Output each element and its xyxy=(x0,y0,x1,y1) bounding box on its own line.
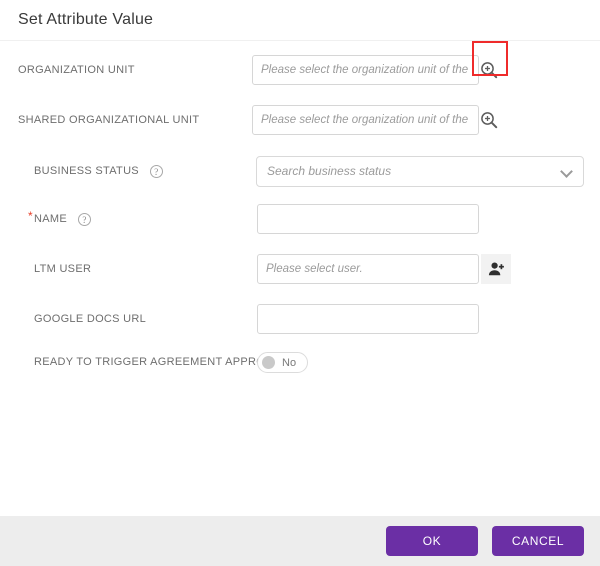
label-text: BUSINESS STATUS xyxy=(34,165,139,177)
label-shared-organizational-unit: SHARED ORGANIZATIONAL UNIT xyxy=(18,114,199,126)
form-row-business-status: BUSINESS STATUS ? Search business status xyxy=(0,154,600,188)
label-text: LTM USER xyxy=(34,263,92,275)
business-status-placeholder: Search business status xyxy=(267,164,392,178)
label-business-status: BUSINESS STATUS ? xyxy=(34,164,163,178)
label-text: NAME xyxy=(33,213,67,225)
label-name: * NAME ? xyxy=(28,209,91,226)
dialog-footer: OK CANCEL xyxy=(0,516,600,566)
help-icon[interactable]: ? xyxy=(77,212,91,226)
organization-unit-input[interactable] xyxy=(252,55,479,85)
ok-button[interactable]: OK xyxy=(386,526,478,556)
label-text: GOOGLE DOCS URL xyxy=(34,313,147,325)
required-marker: * xyxy=(28,209,33,223)
google-docs-url-input[interactable] xyxy=(257,304,479,334)
form-row-organization-unit: ORGANIZATION UNIT xyxy=(0,41,600,87)
add-user-icon xyxy=(488,262,504,275)
toggle-knob xyxy=(262,356,275,369)
zoom-in-icon xyxy=(481,62,498,79)
cancel-button[interactable]: CANCEL xyxy=(492,526,584,556)
shared-organizational-unit-search-button[interactable] xyxy=(476,107,502,133)
label-text: SHARED ORGANIZATIONAL UNIT xyxy=(18,114,200,126)
business-status-select[interactable]: Search business status xyxy=(256,155,584,187)
label-google-docs-url: GOOGLE DOCS URL xyxy=(34,313,146,325)
page-title: Set Attribute Value xyxy=(18,11,154,28)
form-row-ltm-user: LTM USER xyxy=(0,252,600,286)
ltm-user-input[interactable] xyxy=(257,254,479,284)
zoom-in-icon xyxy=(481,112,498,129)
toggle-state-label: No xyxy=(282,356,297,369)
label-organization-unit: ORGANIZATION UNIT xyxy=(18,64,135,76)
label-ltm-user: LTM USER xyxy=(34,263,91,275)
shared-organizational-unit-input[interactable] xyxy=(252,105,479,135)
organization-unit-search-button[interactable] xyxy=(476,57,502,83)
form-row-ready-to-trigger-agreement-approval: READY TO TRIGGER AGREEMENT APPROVAL No xyxy=(0,345,600,379)
chevron-down-icon xyxy=(562,166,573,177)
form-row-google-docs-url: GOOGLE DOCS URL xyxy=(0,302,600,336)
label-text: ORGANIZATION UNIT xyxy=(18,64,135,76)
ready-to-trigger-toggle[interactable]: No xyxy=(257,352,308,373)
name-input[interactable] xyxy=(257,204,479,234)
form-row-shared-organizational-unit: SHARED ORGANIZATIONAL UNIT xyxy=(0,103,600,137)
help-icon[interactable]: ? xyxy=(149,164,163,178)
dialog-body: ORGANIZATION UNIT SHARED ORGANIZATIONAL … xyxy=(0,41,600,516)
label-ready-to-trigger-agreement-approval: READY TO TRIGGER AGREEMENT APPROVAL xyxy=(34,356,286,368)
label-text: READY TO TRIGGER AGREEMENT APPROVAL xyxy=(34,356,286,368)
ltm-user-add-button[interactable] xyxy=(481,254,511,284)
dialog-header: Set Attribute Value xyxy=(0,0,600,41)
form-row-name: * NAME ? xyxy=(0,202,600,236)
